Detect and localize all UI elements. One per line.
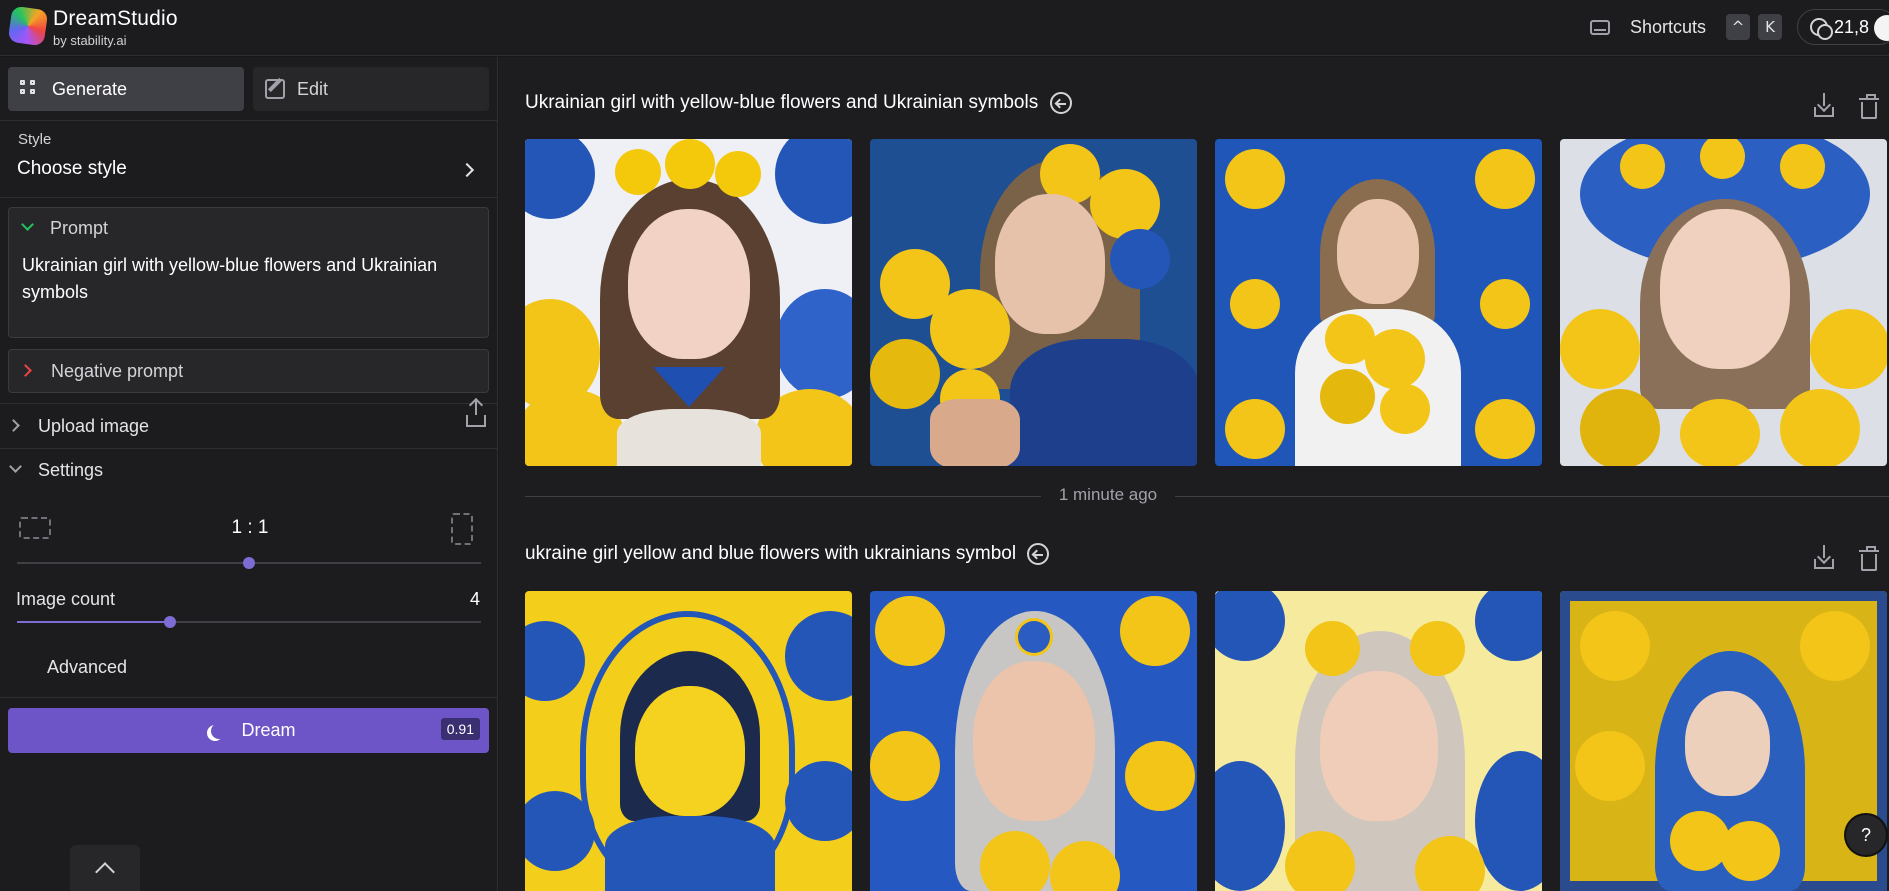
negative-prompt-panel[interactable]: Negative prompt [8, 349, 489, 393]
dream-button[interactable]: Dream 0.91 [8, 708, 489, 753]
dream-label: Dream [241, 720, 296, 740]
generated-image[interactable] [870, 591, 1197, 891]
image-count-slider-thumb[interactable] [164, 616, 177, 628]
brand: DreamStudio by stability.ai [53, 7, 178, 48]
image-count-label: Image count [16, 589, 116, 609]
generation-prompt: Ukrainian girl with yellow-blue flowers … [525, 92, 1039, 113]
chevron-down-icon[interactable] [21, 218, 34, 231]
image-count-slider[interactable] [17, 616, 481, 628]
credits-value: 21,8 [1834, 16, 1870, 37]
prompt-panel: Prompt Ukrainian girl with yellow-blue f… [8, 207, 489, 338]
generated-image[interactable] [1215, 591, 1542, 891]
keyboard-icon [1590, 19, 1610, 35]
app-name: DreamStudio [53, 7, 178, 30]
separator-line [525, 496, 1041, 497]
reuse-prompt-icon[interactable] [1050, 92, 1072, 114]
prompt-input[interactable]: Ukrainian girl with yellow-blue flowers … [22, 252, 472, 306]
advanced-label: Advanced [47, 657, 128, 677]
trash-icon[interactable] [1859, 546, 1879, 571]
chevron-right-icon [459, 162, 475, 178]
divider [0, 448, 498, 449]
aspect-ratio-slider-thumb[interactable] [243, 557, 255, 569]
negative-prompt-label: Negative prompt [51, 361, 184, 381]
moon-icon [211, 723, 227, 739]
reuse-prompt-icon[interactable] [1027, 543, 1049, 565]
style-value: Choose style [17, 158, 127, 179]
dreamstudio-logo-icon[interactable] [7, 5, 49, 47]
divider [0, 120, 498, 121]
image-count-value: 4 [469, 589, 480, 609]
divider [0, 403, 498, 404]
chevron-right-icon [19, 364, 32, 377]
download-icon[interactable] [1814, 545, 1834, 569]
generation-prompt: ukraine girl yellow and blue flowers wit… [525, 543, 1017, 564]
generations-area: Ukrainian girl with yellow-blue flowers … [499, 57, 1889, 891]
separator-time: 1 minute ago [1058, 485, 1158, 504]
chevron-right-icon [7, 419, 20, 432]
generated-image[interactable] [1560, 139, 1887, 466]
key-caret: ^ [1726, 14, 1751, 40]
upload-icon[interactable] [466, 401, 486, 427]
generated-image[interactable] [870, 139, 1197, 466]
upload-image-label: Upload image [38, 416, 150, 436]
help-button[interactable]: ? [1846, 815, 1886, 855]
portrait-ratio-icon[interactable] [451, 513, 473, 545]
top-bar: DreamStudio by stability.ai Shortcuts ^ … [0, 0, 1889, 56]
tab-edit-label: Edit [297, 78, 329, 99]
landscape-ratio-icon[interactable] [19, 517, 51, 539]
grid-icon [20, 80, 40, 98]
divider [0, 197, 498, 198]
tab-generate-label: Generate [52, 78, 128, 99]
download-icon[interactable] [1814, 93, 1834, 117]
shortcuts-label: Shortcuts [1630, 16, 1707, 37]
sidebar: Generate Edit Style Choose style Prompt … [0, 57, 498, 891]
settings-label: Settings [38, 460, 104, 480]
aspect-ratio-value: 1 : 1 [231, 517, 269, 538]
tab-generate[interactable]: Generate [8, 67, 244, 111]
generated-image[interactable] [525, 591, 852, 891]
generated-image[interactable] [1560, 591, 1887, 891]
shortcuts-button[interactable]: Shortcuts ^ K [1590, 12, 1783, 42]
style-label: Style [18, 131, 52, 148]
prompt-label[interactable]: Prompt [50, 218, 108, 239]
trash-icon[interactable] [1859, 94, 1879, 119]
app-byline: by stability.ai [53, 33, 127, 48]
tab-edit[interactable]: Edit [253, 67, 489, 111]
collapse-panel-button[interactable] [70, 845, 140, 891]
key-k: K [1758, 14, 1783, 40]
chevron-down-icon [9, 460, 22, 473]
edit-icon [265, 79, 285, 99]
image-count-slider-fill [17, 621, 171, 623]
generated-image[interactable] [1215, 139, 1542, 466]
aspect-ratio-slider[interactable] [17, 557, 481, 569]
divider [0, 697, 498, 698]
separator-line [1175, 496, 1889, 497]
chevron-up-icon [95, 862, 115, 882]
avatar[interactable] [1874, 15, 1889, 41]
credits-button[interactable]: 21,8 [1797, 9, 1889, 45]
coins-icon [1810, 18, 1833, 40]
dream-cost-badge: 0.91 [440, 718, 480, 740]
generated-image[interactable] [525, 139, 852, 466]
